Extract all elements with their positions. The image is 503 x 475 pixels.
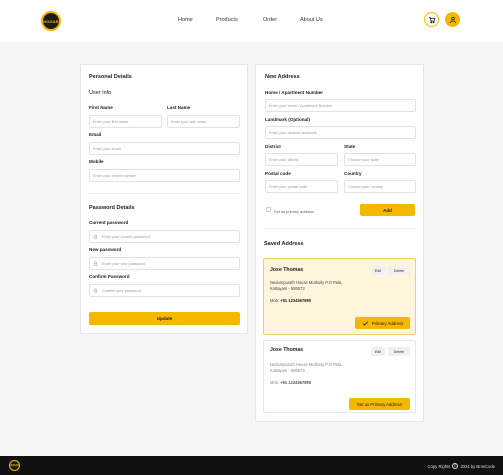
cart-button[interactable] xyxy=(424,12,439,27)
user-button[interactable] xyxy=(445,12,460,27)
copyright-year: 2024 by BrosCode xyxy=(460,463,495,469)
footer: HOGAR Copy Rights © 2024 by BrosCode xyxy=(0,456,503,475)
user-info-heading: User Info xyxy=(89,90,112,96)
country-select[interactable]: Choose your country xyxy=(344,180,416,193)
postal-code-field[interactable]: Enter your postal code xyxy=(265,180,338,193)
nav-about-us[interactable]: About Us xyxy=(300,17,323,23)
set-primary-address-button[interactable]: Set as Primary Address xyxy=(349,398,410,410)
section-divider xyxy=(265,228,416,229)
address-name: Jose Thomas xyxy=(270,347,304,353)
section-divider xyxy=(89,193,240,194)
new-password-field[interactable]: Enter your new password xyxy=(89,257,240,270)
cart-icon xyxy=(428,16,436,23)
district-label: District xyxy=(265,144,281,149)
footer-logo-text: HOGAR xyxy=(9,464,20,467)
email-label: Email xyxy=(89,132,102,137)
first-name-field[interactable]: Enter your first name xyxy=(89,115,162,128)
copyright-icon: © xyxy=(452,463,459,469)
new-password-placeholder: Enter your new password xyxy=(102,261,145,266)
current-password-label: Current password xyxy=(89,220,129,225)
new-address-title: New Address xyxy=(265,74,300,80)
copyright-text: Copy Rights © 2024 by BrosCode xyxy=(427,463,495,469)
current-password-field[interactable]: Enter your current password xyxy=(89,230,240,243)
landmark-field[interactable]: Enter your nearest landmark xyxy=(265,126,416,139)
address-line-2: Kottayam - 686573 xyxy=(270,286,305,291)
delete-button[interactable]: Delete xyxy=(388,266,410,275)
saved-address-card: Jose Thomas Edit Delete Nedumpurath Hous… xyxy=(263,258,416,335)
nav-home[interactable]: Home xyxy=(178,17,193,23)
lock-icon xyxy=(93,261,98,266)
current-password-placeholder: Enter your current password xyxy=(102,234,150,239)
last-name-field[interactable]: Enter your last name xyxy=(167,115,240,128)
brand-logo[interactable]: HOGAR xyxy=(41,11,61,31)
check-icon xyxy=(362,320,368,326)
first-name-label: First Name xyxy=(89,105,113,110)
address-mobile: Mob: +91 1234567890 xyxy=(270,298,311,303)
primary-address-checkbox-label: Set as primary address xyxy=(274,209,315,214)
address-line-2: Kottayam - 686573 xyxy=(270,368,305,373)
edit-button[interactable]: Edit xyxy=(371,266,385,275)
last-name-label: Last Name xyxy=(167,105,191,110)
delete-button[interactable]: Delete xyxy=(388,347,410,356)
postal-code-label: Postal code xyxy=(265,171,291,176)
mobile-number: +91 1234567890 xyxy=(280,380,312,385)
mobile-prefix: Mob: xyxy=(270,298,280,303)
mobile-prefix: Mob: xyxy=(270,380,280,385)
home-label: Home / Apartment Number xyxy=(265,90,324,95)
password-details-title: Password Details xyxy=(89,205,135,211)
district-field[interactable]: Enter your district xyxy=(265,153,338,166)
confirm-password-placeholder: Confirm your password xyxy=(102,288,142,293)
state-select[interactable]: Choose your state xyxy=(344,153,416,166)
update-button[interactable]: Update xyxy=(89,312,240,325)
saved-address-card: Jose Thomas Edit Delete Nedumpurath Hous… xyxy=(263,340,416,413)
logo-text: HOGAR xyxy=(43,18,59,24)
edit-button[interactable]: Edit xyxy=(371,347,385,356)
new-password-label: New password xyxy=(89,247,122,252)
mobile-number: +91 1234567890 xyxy=(280,298,312,303)
country-label: Country xyxy=(344,171,362,176)
primary-address-checkbox[interactable] xyxy=(266,207,271,212)
state-label: State xyxy=(344,144,356,149)
mobile-field[interactable]: Enter your phone number xyxy=(89,169,240,182)
saved-address-title: Saved Address xyxy=(264,241,304,247)
nav-order[interactable]: Order xyxy=(263,17,277,23)
confirm-password-label: Confirm Password xyxy=(89,274,130,279)
nav-products[interactable]: Products xyxy=(216,17,238,23)
primary-address-button[interactable]: Primary Address xyxy=(355,317,410,329)
footer-logo[interactable]: HOGAR xyxy=(9,460,20,471)
add-address-button[interactable]: Add xyxy=(360,204,415,216)
mobile-label: Mobile xyxy=(89,159,104,164)
lock-icon xyxy=(93,288,98,293)
top-navbar: HOGAR Home Products Order About Us xyxy=(0,0,503,42)
address-mobile: Mob: +91 1234567890 xyxy=(270,380,311,385)
lock-icon xyxy=(93,234,98,239)
email-field[interactable]: Enter your email xyxy=(89,142,240,155)
address-name: Jose Thomas xyxy=(270,267,304,273)
user-icon xyxy=(449,16,456,23)
landmark-label: Landmark (Optional) xyxy=(265,117,310,122)
primary-address-label: Primary Address xyxy=(371,320,404,326)
personal-details-title: Personal Details xyxy=(89,74,132,80)
copyright-label: Copy Rights xyxy=(427,463,451,469)
home-field[interactable]: Enter your home / Apartment Number xyxy=(265,99,416,112)
confirm-password-field[interactable]: Confirm your password xyxy=(89,284,240,297)
personal-details-panel: Personal Details User Info First Name En… xyxy=(80,64,248,334)
